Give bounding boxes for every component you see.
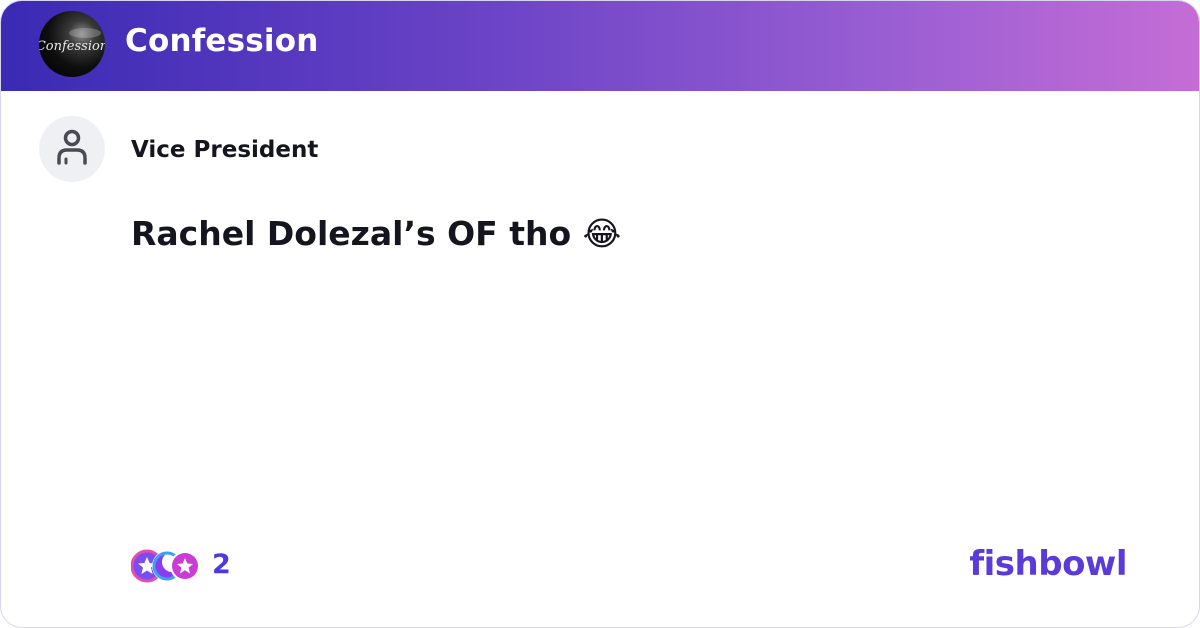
reaction-icons[interactable] (130, 549, 201, 583)
fishbowl-logo[interactable]: fishbowl (969, 544, 1127, 584)
bowl-header[interactable]: Confession Confession (1, 1, 1199, 91)
bowl-name[interactable]: Confession (125, 23, 319, 59)
bowl-logo-text: Confession (39, 39, 105, 54)
avatar[interactable] (39, 116, 105, 182)
post-text: Rachel Dolezal’s OF tho 😂 (131, 214, 621, 253)
post-body: Rachel Dolezal’s OF tho 😂 (131, 214, 622, 253)
reaction-count[interactable]: 2 (212, 549, 231, 580)
star-reaction-icon (170, 551, 200, 581)
bowl-logo[interactable]: Confession (39, 11, 105, 77)
author-name[interactable]: Vice President (131, 137, 318, 163)
user-icon (57, 129, 87, 165)
post-card[interactable]: Confession Confession Vice President Rac… (0, 0, 1200, 628)
